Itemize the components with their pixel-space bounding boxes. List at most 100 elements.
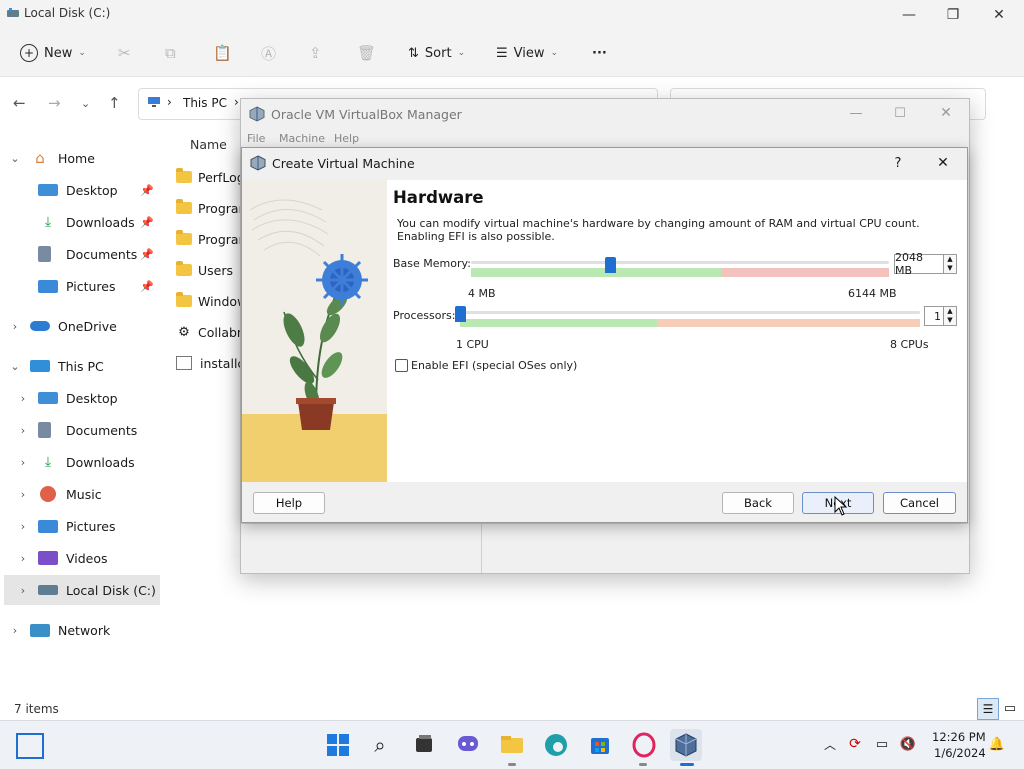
maximize-button[interactable]: ❐ bbox=[930, 0, 976, 30]
file-icon bbox=[176, 356, 192, 370]
sidebar-item-documents[interactable]: Documents 📌 bbox=[0, 239, 160, 269]
menu-help[interactable]: Help bbox=[334, 132, 359, 145]
delete-icon[interactable]: 🗑 bbox=[357, 38, 376, 68]
list-item[interactable]: ⚙ Collabn bbox=[176, 317, 245, 347]
store-icon[interactable] bbox=[584, 729, 616, 761]
back-arrow-icon[interactable]: ← bbox=[13, 94, 26, 112]
cut-icon[interactable]: ✂ bbox=[118, 38, 131, 68]
help-icon[interactable]: ? bbox=[886, 152, 910, 174]
sidebar-item-onedrive[interactable]: › OneDrive bbox=[0, 311, 160, 341]
base-memory-spinbox[interactable]: 2048 MB bbox=[894, 251, 944, 277]
sync-alert-icon[interactable]: ⟳ bbox=[846, 735, 864, 753]
menu-file[interactable]: File bbox=[247, 132, 265, 145]
more-options-icon[interactable]: ··· bbox=[592, 38, 607, 68]
up-arrow-icon[interactable]: ↑ bbox=[108, 94, 121, 112]
download-icon: ⤓ bbox=[44, 454, 52, 470]
back-button[interactable]: Back bbox=[722, 492, 794, 514]
window-title: Oracle VM VirtualBox Manager bbox=[271, 107, 462, 122]
minimize-button[interactable]: — bbox=[841, 101, 871, 125]
maximize-button[interactable]: ☐ bbox=[885, 101, 915, 125]
sidebar-item-downloads[interactable]: ⤓ Downloads 📌 bbox=[0, 207, 160, 237]
menu-machine[interactable]: Machine bbox=[279, 132, 325, 145]
cpu-warning-zone bbox=[657, 319, 920, 327]
network-icon bbox=[30, 623, 50, 637]
folder-icon bbox=[176, 230, 192, 245]
desktop-icon bbox=[38, 184, 58, 196]
sidebar-item-desktop-pc[interactable]: › Desktop bbox=[0, 383, 160, 413]
window-title: Local Disk (C:) bbox=[24, 6, 111, 20]
speaker-muted-icon[interactable]: 🔇 bbox=[899, 735, 917, 753]
help-button[interactable]: Help bbox=[253, 492, 325, 514]
rename-icon[interactable]: Ⓐ bbox=[261, 38, 276, 68]
efi-checkbox[interactable] bbox=[395, 359, 408, 372]
spin-arrows-icon[interactable]: ▲ ▼ bbox=[943, 254, 957, 274]
network-icon[interactable]: ▭ bbox=[873, 735, 891, 753]
sidebar-item-local-disk[interactable]: › Local Disk (C:) bbox=[4, 575, 160, 605]
sidebar-item-music[interactable]: › Music bbox=[0, 479, 160, 509]
start-icon[interactable] bbox=[322, 729, 354, 761]
sidebar-item-downloads-pc[interactable]: › ⤓ Downloads bbox=[0, 447, 160, 477]
new-button[interactable]: + New ⌄ bbox=[20, 38, 86, 68]
sort-icon: ⇅ bbox=[408, 45, 419, 61]
command-bar: + New ⌄ ✂ ⧉ 📋 Ⓐ ⇪ 🗑 ⇅ Sort ⌄ ☰ View ⌄ ··… bbox=[0, 30, 1024, 77]
widgets-icon[interactable] bbox=[16, 733, 44, 759]
sidebar-item-this-pc[interactable]: ⌄ This PC bbox=[0, 351, 160, 381]
spin-arrows-icon[interactable]: ▲ ▼ bbox=[943, 306, 957, 326]
sidebar-item-desktop[interactable]: Desktop 📌 bbox=[0, 175, 160, 205]
sidebar-item-documents-pc[interactable]: › Documents bbox=[0, 415, 160, 445]
details-view-icon[interactable]: ☰ bbox=[977, 698, 999, 720]
chat-icon[interactable] bbox=[452, 729, 484, 761]
close-button[interactable]: ✕ bbox=[931, 101, 961, 125]
file-explorer-icon[interactable] bbox=[496, 729, 528, 761]
clock-time[interactable]: 12:26 PM bbox=[932, 730, 986, 744]
forward-arrow-icon[interactable]: → bbox=[48, 94, 61, 112]
close-button[interactable]: ✕ bbox=[976, 0, 1022, 30]
search-icon[interactable]: ⌕ bbox=[364, 729, 396, 761]
drive-icon bbox=[38, 585, 58, 595]
base-memory-slider[interactable] bbox=[461, 257, 889, 279]
close-icon[interactable]: ✕ bbox=[930, 152, 956, 174]
edge-icon[interactable] bbox=[540, 729, 572, 761]
task-view-icon[interactable] bbox=[408, 729, 440, 761]
music-icon bbox=[40, 486, 56, 502]
breadcrumb-this-pc[interactable]: This PC bbox=[183, 96, 227, 110]
recent-chevron-icon[interactable]: ⌄ bbox=[81, 97, 90, 110]
status-item-count: 7 items bbox=[14, 702, 59, 716]
cpu-min-label: 1 CPU bbox=[456, 338, 489, 351]
share-icon[interactable]: ⇪ bbox=[309, 38, 322, 68]
list-item[interactable]: PerfLog bbox=[176, 162, 245, 192]
sort-button[interactable]: ⇅ Sort ⌄ bbox=[408, 38, 465, 68]
virtualbox-taskbar-icon[interactable] bbox=[670, 729, 702, 761]
minimize-button[interactable]: — bbox=[886, 0, 932, 30]
copy-icon[interactable]: ⧉ bbox=[165, 38, 176, 68]
sidebar-item-videos[interactable]: › Videos bbox=[0, 543, 160, 573]
description-line-2: Enabling EFI is also possible. bbox=[397, 230, 555, 243]
chevron-right-icon: › bbox=[20, 551, 26, 565]
description-line-1: You can modify virtual machine's hardwar… bbox=[397, 217, 920, 230]
slider-handle[interactable] bbox=[455, 306, 466, 322]
processors-spinbox[interactable]: 1 bbox=[924, 306, 944, 326]
sidebar-item-home[interactable]: ⌄ ⌂ Home bbox=[0, 143, 160, 173]
chevron-up-icon[interactable]: ︿ bbox=[822, 736, 838, 752]
column-header-name[interactable]: Name bbox=[190, 137, 227, 152]
sidebar-item-pictures[interactable]: Pictures 📌 bbox=[0, 271, 160, 301]
list-item[interactable]: Window bbox=[176, 286, 247, 316]
list-item[interactable]: Users bbox=[176, 255, 233, 285]
sidebar-item-network[interactable]: › Network bbox=[0, 615, 160, 645]
notification-bell-icon[interactable]: 🔔 bbox=[988, 735, 1006, 753]
slider-handle[interactable] bbox=[605, 257, 617, 273]
file-name: Collabn bbox=[198, 324, 245, 340]
divider bbox=[241, 523, 969, 524]
drive-icon bbox=[6, 6, 20, 20]
tiles-view-icon[interactable]: ▭ bbox=[1000, 698, 1020, 718]
cancel-button[interactable]: Cancel bbox=[883, 492, 956, 514]
processors-slider[interactable] bbox=[454, 306, 920, 331]
sidebar-item-pictures-pc[interactable]: › Pictures bbox=[0, 511, 160, 541]
opera-icon[interactable] bbox=[628, 729, 660, 761]
view-button[interactable]: ☰ View ⌄ bbox=[496, 38, 558, 68]
paste-icon[interactable]: 📋 bbox=[213, 38, 232, 68]
clock-date[interactable]: 1/6/2024 bbox=[934, 746, 986, 760]
plus-icon: + bbox=[20, 44, 38, 62]
folder-icon bbox=[176, 261, 192, 276]
memory-min-label: 4 MB bbox=[468, 287, 496, 300]
